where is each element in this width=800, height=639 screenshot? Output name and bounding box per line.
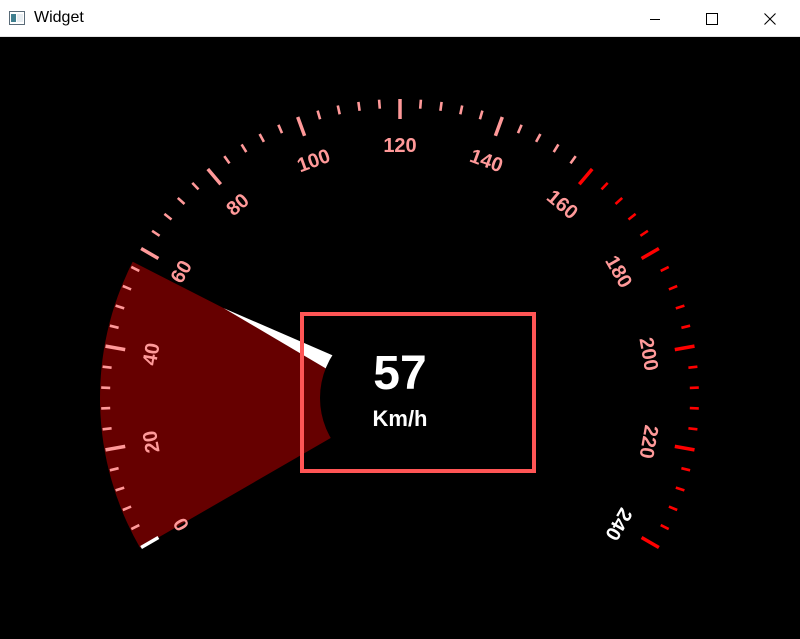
minor-tick bbox=[534, 133, 542, 143]
minor-tick bbox=[258, 133, 266, 143]
minor-tick bbox=[418, 99, 423, 109]
minor-tick bbox=[516, 124, 523, 134]
maximize-icon bbox=[706, 12, 718, 25]
widget-window: Widget 0 20 40 60 80 100 120 140 160 180 200 220 240… bbox=[0, 0, 800, 639]
tick-label: 220 bbox=[634, 423, 661, 460]
major-tick bbox=[296, 116, 307, 137]
minor-tick bbox=[102, 365, 112, 369]
major-tick bbox=[493, 116, 504, 137]
tick-label: 40 bbox=[139, 341, 165, 367]
title-bar[interactable]: Widget bbox=[0, 0, 800, 37]
minor-tick bbox=[639, 229, 649, 237]
minimize-icon bbox=[650, 18, 660, 20]
speed-value: 57 bbox=[373, 347, 426, 400]
tick-label: 100 bbox=[294, 145, 333, 177]
minor-tick bbox=[102, 427, 112, 431]
major-tick bbox=[577, 167, 594, 186]
minor-tick bbox=[688, 365, 698, 369]
tick-label: 200 bbox=[634, 336, 661, 373]
minor-tick bbox=[240, 143, 248, 153]
minor-tick bbox=[277, 124, 284, 134]
minor-tick bbox=[668, 284, 678, 291]
major-tick bbox=[640, 246, 660, 261]
speedometer-gauge: 020406080100 120 140160180200220240 57 Km/… bbox=[100, 99, 699, 550]
minor-tick bbox=[675, 486, 685, 492]
minimize-button[interactable] bbox=[626, 0, 684, 37]
tick-label: 160 bbox=[542, 186, 582, 224]
minor-tick bbox=[600, 182, 609, 191]
speed-unit-label: Km/h bbox=[373, 406, 428, 431]
minor-tick bbox=[478, 110, 484, 120]
minor-tick bbox=[377, 99, 382, 109]
minor-tick bbox=[614, 196, 624, 205]
minor-tick bbox=[439, 101, 443, 111]
app-window-icon bbox=[9, 11, 25, 25]
minor-tick bbox=[681, 466, 691, 472]
minor-tick bbox=[151, 229, 161, 237]
minor-tick bbox=[163, 212, 173, 221]
maximize-button[interactable] bbox=[683, 0, 741, 37]
close-button[interactable] bbox=[741, 0, 799, 37]
minor-tick bbox=[660, 265, 670, 273]
minor-tick bbox=[316, 110, 322, 120]
window-title: Widget bbox=[34, 9, 84, 26]
major-tick bbox=[206, 167, 223, 186]
minor-tick bbox=[336, 105, 341, 115]
tick-label: 120 bbox=[383, 135, 416, 157]
tick-label: 140 bbox=[467, 145, 506, 177]
minor-tick bbox=[357, 101, 361, 111]
minor-tick bbox=[627, 212, 637, 221]
tick-label: 20 bbox=[139, 429, 165, 455]
minor-tick bbox=[569, 155, 577, 165]
minor-tick bbox=[668, 505, 678, 512]
major-tick bbox=[674, 344, 695, 352]
minor-tick bbox=[688, 427, 698, 431]
major-tick bbox=[674, 444, 695, 452]
minor-tick bbox=[223, 155, 231, 165]
minor-tick bbox=[552, 143, 560, 153]
minor-tick bbox=[675, 304, 685, 310]
tick-label: 180 bbox=[600, 252, 636, 292]
minor-tick bbox=[660, 523, 670, 531]
minor-tick bbox=[191, 182, 200, 191]
minor-tick bbox=[459, 105, 464, 115]
major-tick bbox=[640, 535, 660, 550]
major-tick bbox=[140, 246, 160, 261]
tick-label: 80 bbox=[222, 189, 253, 220]
close-icon bbox=[764, 12, 776, 25]
minor-tick bbox=[681, 324, 691, 330]
tick-label: 240 bbox=[600, 504, 636, 544]
minor-tick bbox=[176, 196, 186, 205]
